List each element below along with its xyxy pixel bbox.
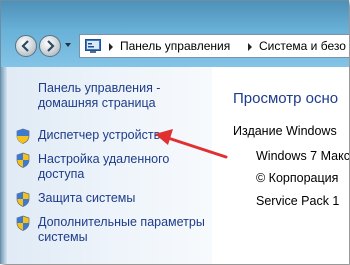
control-panel-home-link[interactable]: Панель управления - домашняя страница bbox=[38, 81, 160, 111]
window-edge bbox=[1, 67, 7, 264]
home-link-line-1: Панель управления - bbox=[38, 81, 161, 95]
sidebar-item-label: Настройка удаленного bbox=[38, 152, 170, 166]
breadcrumb-system-security[interactable]: Система и безо bbox=[259, 39, 346, 53]
sidebar-item-label: системы bbox=[38, 230, 88, 244]
shield-icon bbox=[16, 215, 30, 231]
forward-button[interactable] bbox=[39, 35, 61, 57]
breadcrumb-separator-icon[interactable] bbox=[248, 43, 252, 51]
shield-icon bbox=[16, 128, 30, 144]
title-bar: Панель управления Система и безо bbox=[1, 1, 349, 67]
service-pack-text: Service Pack 1 bbox=[256, 194, 340, 208]
edition-heading: Издание Windows bbox=[233, 124, 337, 138]
back-button[interactable] bbox=[15, 35, 37, 57]
breadcrumb-separator-icon[interactable] bbox=[109, 43, 113, 51]
home-link-line-2: домашняя страница bbox=[38, 96, 156, 110]
sidebar-item-system-protection[interactable]: Защита системы bbox=[38, 191, 135, 206]
sidebar-item-label: доступа bbox=[38, 167, 85, 181]
copyright-text: © Корпорация bbox=[256, 171, 339, 185]
address-bar[interactable]: Панель управления Система и безо bbox=[79, 34, 349, 58]
control-panel-window: Панель управления Система и безо Панель … bbox=[0, 0, 349, 264]
arrow-left-icon bbox=[21, 40, 29, 52]
sidebar-item-advanced-settings[interactable]: Дополнительные параметры системы bbox=[38, 215, 205, 245]
sidebar-item-remote-settings[interactable]: Настройка удаленного доступа bbox=[38, 152, 169, 182]
shield-icon bbox=[16, 152, 30, 168]
shield-icon bbox=[16, 191, 30, 207]
control-panel-icon bbox=[85, 39, 101, 53]
sidebar-item-label: Защита системы bbox=[38, 191, 136, 205]
arrow-right-icon bbox=[47, 40, 55, 52]
sidebar-item-device-manager[interactable]: Диспетчер устройств bbox=[38, 128, 160, 143]
breadcrumb-control-panel[interactable]: Панель управления bbox=[120, 39, 230, 53]
edition-name: Windows 7 Макс bbox=[256, 149, 349, 163]
page-title: Просмотр осно bbox=[233, 90, 339, 107]
recent-pages-dropdown[interactable] bbox=[65, 43, 71, 47]
sidebar-item-label: Диспетчер устройств bbox=[38, 128, 161, 142]
red-arrow-icon bbox=[155, 129, 228, 159]
sidebar-item-label: Дополнительные параметры bbox=[38, 215, 205, 229]
